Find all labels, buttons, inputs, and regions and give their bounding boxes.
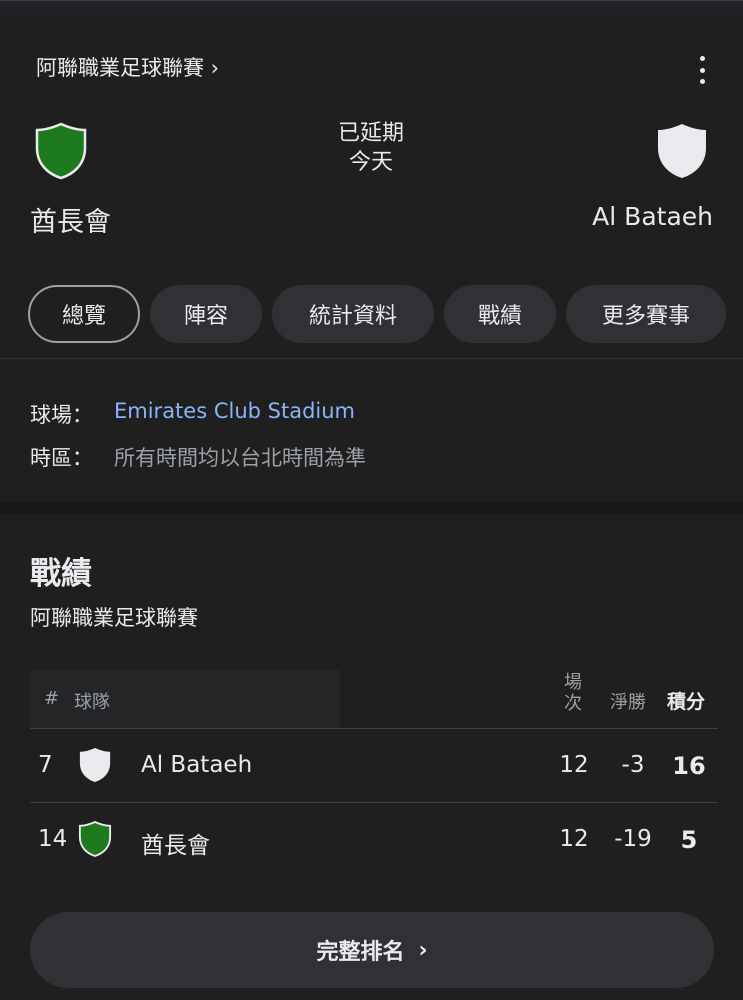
match-card: 阿聯職業足球聯賽 › 酋長會 已延期 今天 Al Bataeh 總覽 陣容 統計… (0, 18, 743, 502)
row-points: 16 (672, 752, 706, 780)
header-played: 場次 (564, 672, 582, 714)
full-standings-label: 完整排名 (316, 940, 405, 965)
row-goal-difference: -19 (614, 826, 652, 852)
row-points: 5 (680, 826, 698, 854)
row-played: 12 (559, 826, 589, 852)
tab-standings[interactable]: 戰績 (444, 285, 556, 343)
row-team: Al Bataeh (141, 752, 253, 778)
table-row[interactable]: 14 酋長會 12 -19 5 (30, 804, 718, 876)
header-goal-difference: 淨勝 (610, 692, 646, 713)
match-date: 今天 (348, 150, 393, 175)
full-standings-button[interactable]: 完整排名 › (30, 912, 714, 988)
more-vert-icon[interactable] (690, 56, 714, 84)
section-separator (0, 502, 743, 514)
row-rank: 14 (38, 826, 68, 852)
venue-label: 球場： (30, 403, 93, 427)
team-shield-icon (78, 820, 112, 857)
away-team-name[interactable]: Al Bataeh (592, 202, 713, 231)
home-team-name[interactable]: 酋長會 (30, 200, 111, 239)
row-team: 酋長會 (141, 833, 210, 859)
standings-title: 戰績 (30, 556, 92, 592)
home-team-shield-icon (35, 122, 87, 180)
table-row[interactable]: 7 Al Bataeh 12 -3 16 (30, 730, 718, 802)
tab-lineups[interactable]: 陣容 (150, 285, 262, 343)
tab-overview[interactable]: 總覽 (28, 285, 140, 343)
tab-bar: 總覽 陣容 統計資料 戰績 更多賽事 (28, 285, 726, 343)
match-status: 已延期 (337, 121, 404, 146)
timezone-row: 時區： 所有時間均以台北時間為準 (30, 442, 366, 472)
top-strip (0, 0, 743, 18)
tab-more-matches[interactable]: 更多賽事 (566, 285, 726, 343)
divider (0, 358, 743, 359)
header-points: 積分 (667, 691, 706, 713)
venue-row: 球場： Emirates Club Stadium (30, 399, 355, 429)
league-link[interactable]: 阿聯職業足球聯賽 › (36, 52, 219, 82)
standings-card: 戰績 阿聯職業足球聯賽 # 球隊 場次 淨勝 積分 7 Al Bataeh 12… (0, 514, 743, 1000)
standings-subtitle: 阿聯職業足球聯賽 (30, 606, 198, 630)
row-goal-difference: -3 (621, 752, 645, 778)
table-header: # 球隊 場次 淨勝 積分 (30, 670, 718, 728)
timezone-value: 所有時間均以台北時間為準 (114, 446, 366, 470)
timezone-label: 時區： (30, 446, 93, 470)
header-rank: # (44, 688, 60, 709)
chevron-right-icon: › (418, 937, 428, 963)
row-divider (30, 802, 718, 803)
row-played: 12 (559, 752, 589, 778)
row-divider (30, 728, 718, 729)
tab-stats[interactable]: 統計資料 (272, 285, 434, 343)
team-shield-icon (79, 748, 111, 782)
venue-link[interactable]: Emirates Club Stadium (114, 399, 355, 429)
header-team: 球隊 (74, 692, 110, 713)
away-team-shield-icon (658, 124, 706, 178)
row-rank: 7 (38, 752, 53, 778)
